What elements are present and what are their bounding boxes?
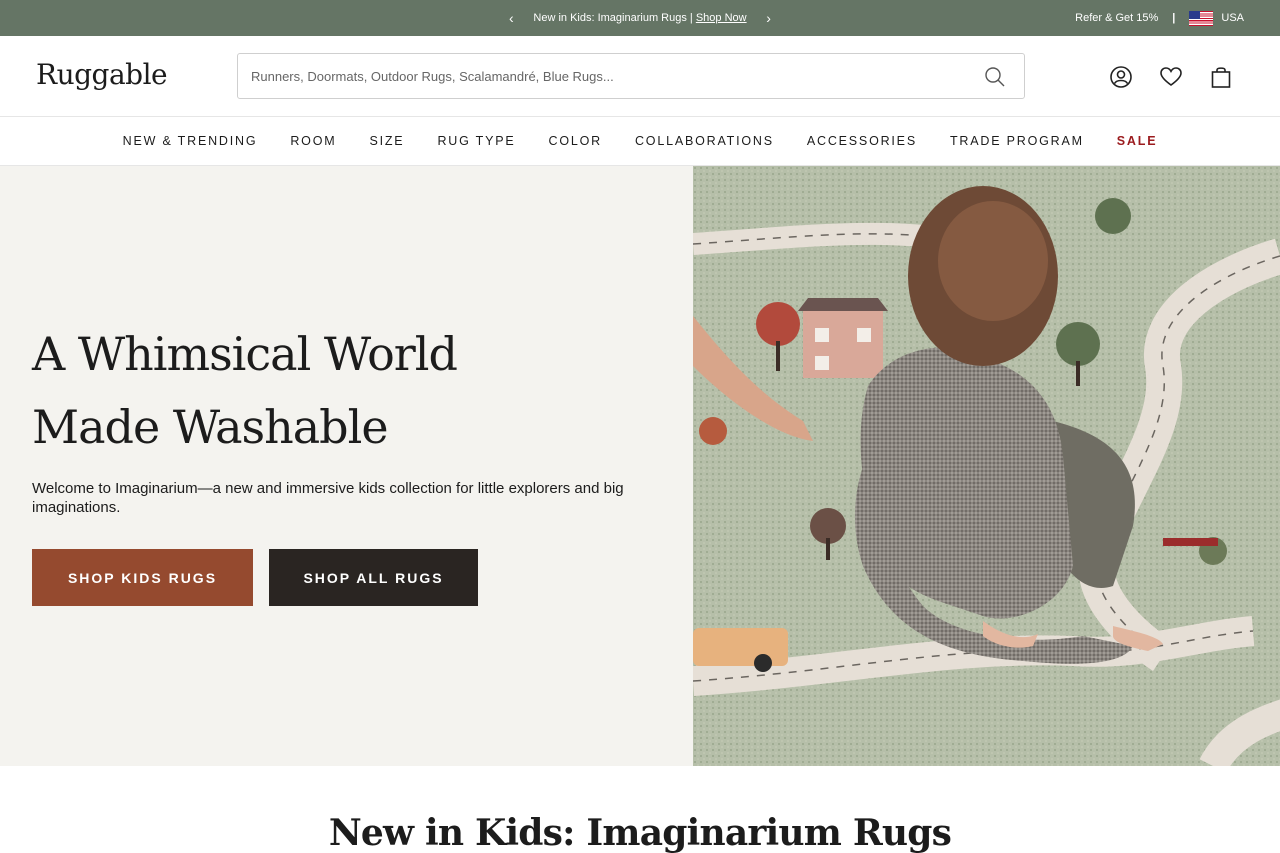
nav-item-trade-program[interactable]: TRADE PROGRAM — [950, 134, 1084, 148]
nav-item-accessories[interactable]: ACCESSORIES — [807, 134, 917, 148]
refer-link[interactable]: Refer & Get 15% — [1075, 12, 1158, 24]
nav-item-color[interactable]: COLOR — [549, 134, 602, 148]
hero-content: A Whimsical World Made Washable Welcome … — [0, 166, 693, 766]
shop-now-link[interactable]: Shop Now — [696, 12, 747, 24]
nav-item-size[interactable]: SIZE — [369, 134, 404, 148]
shop-kids-rugs-button[interactable]: SHOP KIDS RUGS — [32, 549, 253, 606]
announcement-message: New in Kids: Imaginarium Rugs | Shop Now — [533, 12, 746, 24]
logo[interactable]: Ruggable — [36, 58, 168, 91]
hero-title: A Whimsical World Made Washable — [32, 318, 652, 464]
announcement-bar: ‹ New in Kids: Imaginarium Rugs | Shop N… — [0, 0, 1280, 36]
nav-item-room[interactable]: ROOM — [290, 134, 336, 148]
hero-section: A Whimsical World Made Washable Welcome … — [0, 166, 1280, 766]
hero-image[interactable] — [693, 166, 1280, 766]
heart-icon[interactable] — [1158, 64, 1184, 90]
hero-title-line-2: Made Washable — [32, 400, 389, 454]
site-header: Ruggable — [0, 36, 1280, 116]
section-title: New in Kids: Imaginarium Rugs — [328, 812, 952, 853]
account-icon[interactable] — [1108, 64, 1134, 90]
us-flag-icon[interactable] — [1189, 10, 1214, 26]
hero-title-line-1: A Whimsical World — [32, 327, 458, 381]
chevron-right-icon[interactable]: › — [759, 10, 779, 26]
utility-links: Refer & Get 15% | USA — [1075, 0, 1244, 36]
utility-separator: | — [1172, 12, 1176, 24]
nav-item-collaborations[interactable]: COLLABORATIONS — [635, 134, 774, 148]
hero-photo-illustration — [693, 166, 1280, 766]
nav-item-rug-type[interactable]: RUG TYPE — [437, 134, 515, 148]
bag-icon[interactable] — [1208, 64, 1234, 90]
search-input[interactable] — [251, 54, 971, 98]
chevron-left-icon[interactable]: ‹ — [501, 10, 521, 26]
shop-all-rugs-button[interactable]: SHOP ALL RUGS — [269, 549, 478, 606]
nav-item-sale[interactable]: SALE — [1117, 134, 1158, 148]
hero-subtitle: Welcome to Imaginarium—a new and immersi… — [32, 480, 624, 516]
country-selector[interactable]: USA — [1221, 12, 1244, 24]
header-icons — [1108, 64, 1234, 90]
nav-item-new-trending[interactable]: NEW & TRENDING — [123, 134, 258, 148]
main-nav: NEW & TRENDING ROOM SIZE RUG TYPE COLOR … — [0, 116, 1280, 166]
search-icon[interactable] — [984, 66, 1006, 88]
announcement-text: New in Kids: Imaginarium Rugs | — [533, 12, 693, 24]
search-bar — [237, 53, 1025, 99]
